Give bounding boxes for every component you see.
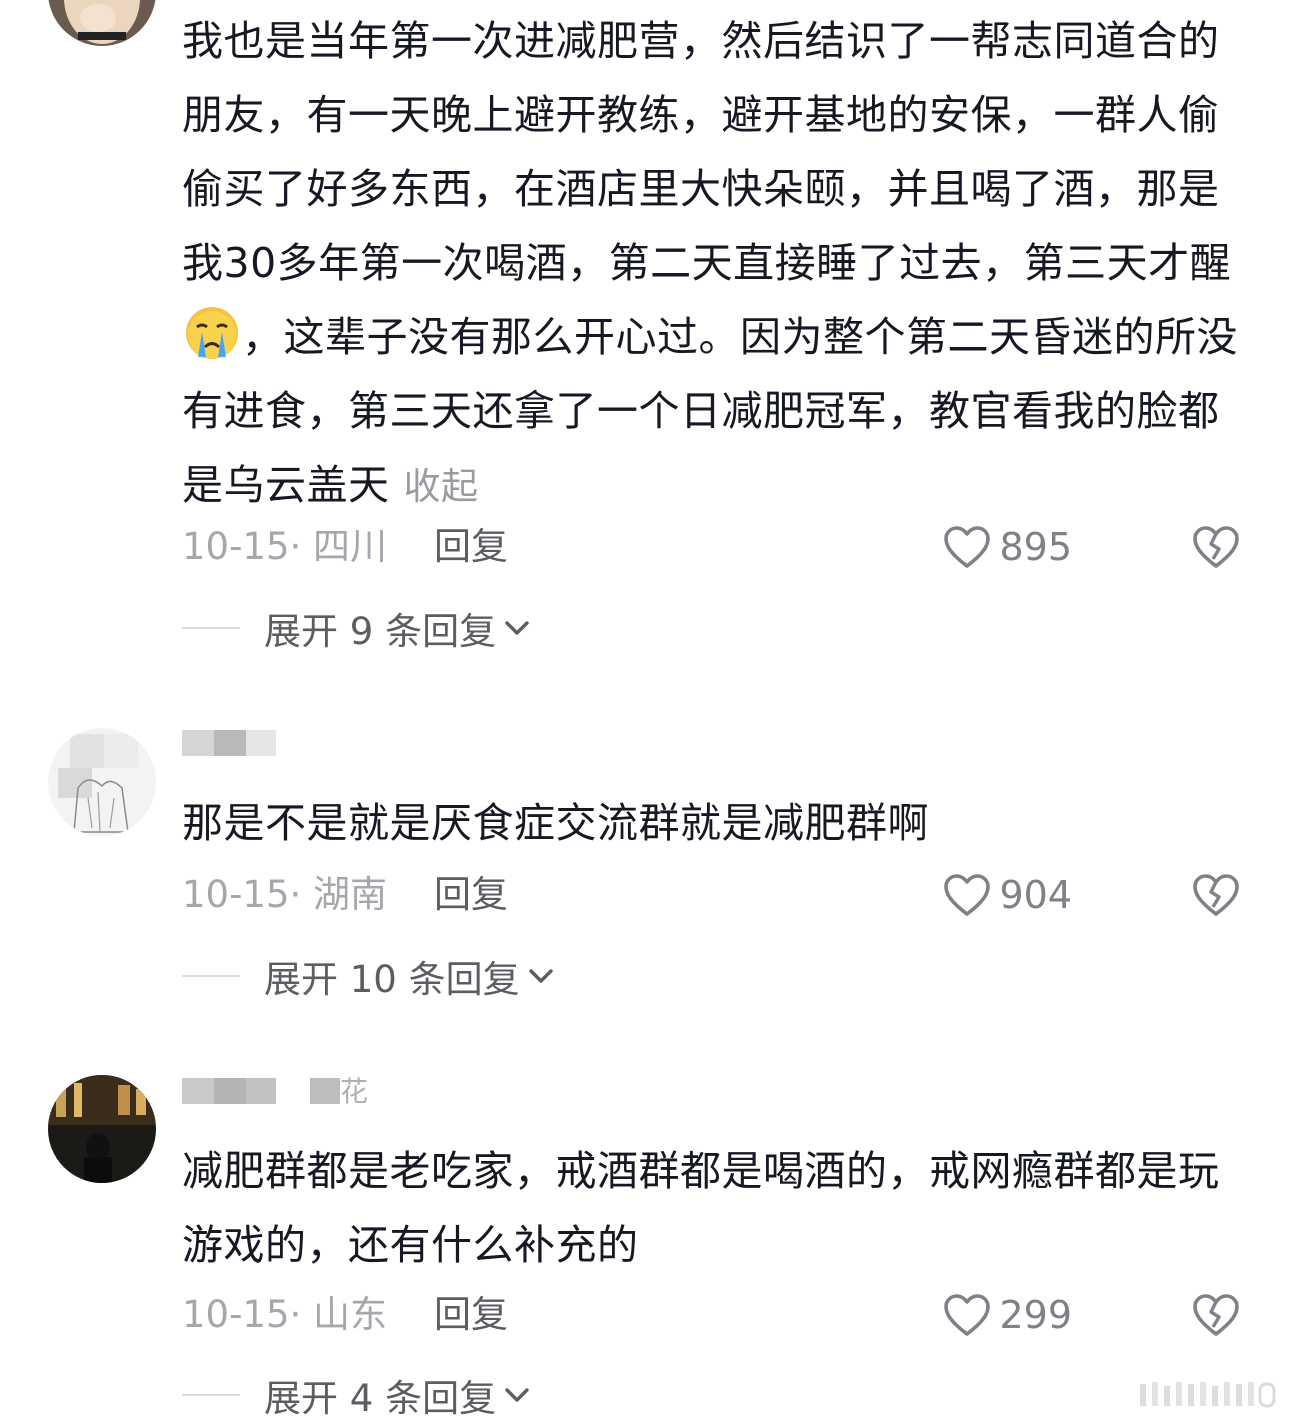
- username-blurred[interactable]: 花: [182, 1078, 368, 1108]
- comment-meta: 10-15· 山东 回复 299: [182, 1290, 1240, 1340]
- broken-heart-icon: [1193, 1294, 1239, 1336]
- divider-line: [182, 1394, 240, 1396]
- expand-replies-button[interactable]: 展开 4 条回复: [182, 1370, 530, 1420]
- dislike-button[interactable]: [1192, 1290, 1240, 1340]
- like-button[interactable]: 299: [943, 1290, 1072, 1340]
- expand-replies-label: 展开 4 条回复: [264, 1377, 497, 1420]
- date-location: 10-15· 山东: [182, 1293, 388, 1336]
- watermark: [1138, 1374, 1278, 1414]
- like-count: 299: [999, 1293, 1072, 1337]
- heart-outline-icon: [944, 1294, 991, 1336]
- reply-button[interactable]: 回复: [434, 1290, 508, 1340]
- chevron-down-icon: [504, 1386, 530, 1404]
- username-fragment: 花: [340, 1075, 369, 1108]
- avatar[interactable]: [48, 1075, 156, 1183]
- comment-item: 花 减肥群都是老吃家，戒酒群都是喝酒的，戒网瘾群都是玩游戏的，还有什么补充的 1…: [0, 0, 1290, 1420]
- comment-text: 减肥群都是老吃家，戒酒群都是喝酒的，戒网瘾群都是玩游戏的，还有什么补充的: [182, 1147, 1220, 1269]
